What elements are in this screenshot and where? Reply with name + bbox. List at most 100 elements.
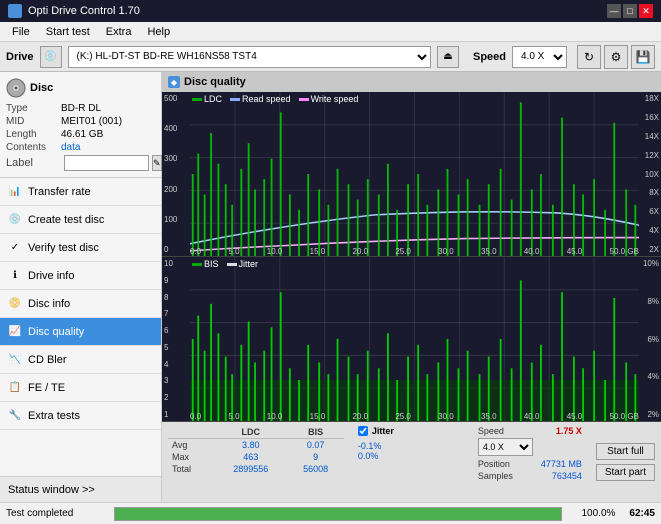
status-progress-bar: [114, 507, 562, 521]
lower-y-axis-left: 10 9 8 7 6 5 4 3 2 1: [162, 257, 190, 421]
lower-chart: BIS Jitter 10 9 8 7 6 5: [162, 257, 661, 422]
position-row: Position 47731 MB: [478, 459, 582, 469]
speed-label: Speed: [473, 51, 506, 63]
drive-select[interactable]: (K:) HL-DT-ST BD-RE WH16NS58 TST4: [68, 46, 431, 68]
legend-ldc: LDC: [192, 94, 222, 104]
start-full-button[interactable]: Start full: [596, 443, 655, 460]
create-test-disc-icon: 💿: [8, 213, 22, 227]
nav-transfer-rate[interactable]: 📊 Transfer rate: [0, 178, 161, 206]
disc-label-input[interactable]: [64, 155, 149, 171]
speed-sp-label: Speed: [478, 426, 504, 436]
buttons-section: Start full Start part: [590, 422, 661, 502]
refresh-button[interactable]: ↻: [577, 45, 601, 69]
menu-start-test[interactable]: Start test: [38, 24, 98, 40]
speed-sp-value: 1.75 X: [556, 426, 582, 436]
disc-mid-value: MEIT01 (001): [61, 116, 155, 127]
disc-header: Disc: [6, 78, 155, 98]
position-label: Position: [478, 459, 510, 469]
extra-tests-icon: 🔧: [8, 409, 22, 423]
nav-create-test-disc-label: Create test disc: [28, 214, 104, 226]
speed-select[interactable]: 4.0 X 8.0 X: [512, 46, 567, 68]
app-icon: [8, 4, 22, 18]
nav-disc-info-label: Disc info: [28, 298, 70, 310]
max-bis: 9: [288, 451, 344, 463]
lower-chart-svg: [190, 257, 639, 421]
speed-stats-select[interactable]: 4.0 X: [478, 438, 533, 456]
avg-bis: 0.07: [288, 439, 344, 452]
legend-read-speed: Read speed: [230, 94, 291, 104]
write-speed-legend-label: Write speed: [311, 94, 359, 104]
status-window-button[interactable]: Status window >>: [0, 476, 161, 502]
window: Opti Drive Control 1.70 — □ ✕ File Start…: [0, 0, 661, 524]
disc-contents-row: Contents data: [6, 142, 155, 153]
disc-label-label: Label: [6, 157, 61, 169]
samples-label: Samples: [478, 471, 513, 481]
maximize-button[interactable]: □: [623, 4, 637, 18]
jitter-header-row: Jitter: [358, 426, 462, 436]
stats-avg-row: Avg 3.80 0.07: [168, 439, 344, 452]
nav-fe-te[interactable]: 📋 FE / TE: [0, 374, 161, 402]
window-title: Opti Drive Control 1.70: [28, 5, 607, 17]
disc-length-value: 46.61 GB: [61, 129, 155, 140]
status-time: 62:45: [629, 508, 655, 519]
upper-chart-svg: [190, 92, 639, 256]
toolbar-icons: ↻ ⚙ 💾: [577, 45, 655, 69]
status-progress-fill: [115, 508, 561, 520]
upper-y-axis-left: 500 400 300 200 100 0: [162, 92, 190, 256]
eject-button[interactable]: ⏏: [437, 46, 459, 68]
upper-chart-legend: LDC Read speed Write speed: [192, 94, 358, 104]
upper-x-axis: 0.0 5.0 10.0 15.0 20.0 25.0 30.0 35.0 40…: [190, 247, 639, 256]
total-ldc: 2899556: [214, 463, 287, 475]
avg-ldc: 3.80: [214, 439, 287, 452]
jitter-legend-dot: [227, 263, 237, 266]
nav-cd-bler[interactable]: 📉 CD Bler: [0, 346, 161, 374]
menu-extra[interactable]: Extra: [98, 24, 140, 40]
close-button[interactable]: ✕: [639, 4, 653, 18]
speed-row: Speed 1.75 X: [478, 426, 582, 436]
start-part-button[interactable]: Start part: [596, 464, 655, 481]
samples-row: Samples 763454: [478, 471, 582, 481]
status-window-label: Status window >>: [8, 484, 95, 496]
nav-disc-quality-label: Disc quality: [28, 326, 84, 338]
legend-jitter: Jitter: [227, 259, 259, 269]
settings-button[interactable]: ⚙: [604, 45, 628, 69]
ldc-legend-dot: [192, 98, 202, 101]
charts-container: LDC Read speed Write speed 500: [162, 92, 661, 422]
disc-section: Disc Type BD-R DL MID MEIT01 (001) Lengt…: [0, 72, 161, 178]
drive-label: Drive: [6, 51, 34, 63]
disc-label-row: Label ✎: [6, 155, 155, 171]
folder-button[interactable]: 💾: [631, 45, 655, 69]
drive-browse-button[interactable]: 💿: [40, 46, 62, 68]
stats-max-row: Max 463 9: [168, 451, 344, 463]
drivebar: Drive 💿 (K:) HL-DT-ST BD-RE WH16NS58 TST…: [0, 42, 661, 72]
lower-chart-legend: BIS Jitter: [192, 259, 258, 269]
stats-table: LDC BIS Avg 3.80 0.07 Max: [162, 422, 350, 502]
total-bis: 56008: [288, 463, 344, 475]
left-panel: Disc Type BD-R DL MID MEIT01 (001) Lengt…: [0, 72, 162, 502]
jitter-checkbox[interactable]: [358, 426, 368, 436]
jitter-max: 0.0%: [358, 451, 462, 461]
samples-value: 763454: [552, 471, 582, 481]
transfer-rate-icon: 📊: [8, 185, 22, 199]
status-text: Test completed: [6, 508, 106, 519]
nav-extra-tests[interactable]: 🔧 Extra tests: [0, 402, 161, 430]
nav-disc-info[interactable]: 📀 Disc info: [0, 290, 161, 318]
disc-label-edit-button[interactable]: ✎: [152, 155, 162, 171]
nav-create-test-disc[interactable]: 💿 Create test disc: [0, 206, 161, 234]
disc-length-row: Length 46.61 GB: [6, 129, 155, 140]
menubar: File Start test Extra Help: [0, 22, 661, 42]
menu-file[interactable]: File: [4, 24, 38, 40]
nav-drive-info[interactable]: ℹ Drive info: [0, 262, 161, 290]
main-content: Disc Type BD-R DL MID MEIT01 (001) Lengt…: [0, 72, 661, 502]
status-percent: 100.0%: [570, 508, 615, 519]
nav-verify-test-disc-label: Verify test disc: [28, 242, 99, 254]
nav-cd-bler-label: CD Bler: [28, 354, 67, 366]
disc-length-label: Length: [6, 129, 61, 140]
nav-verify-test-disc[interactable]: ✓ Verify test disc: [0, 234, 161, 262]
nav-disc-quality[interactable]: 📈 Disc quality: [0, 318, 161, 346]
minimize-button[interactable]: —: [607, 4, 621, 18]
disc-section-title: Disc: [30, 82, 53, 94]
nav-extra-tests-label: Extra tests: [28, 410, 80, 422]
bis-legend-dot: [192, 263, 202, 266]
menu-help[interactable]: Help: [139, 24, 178, 40]
